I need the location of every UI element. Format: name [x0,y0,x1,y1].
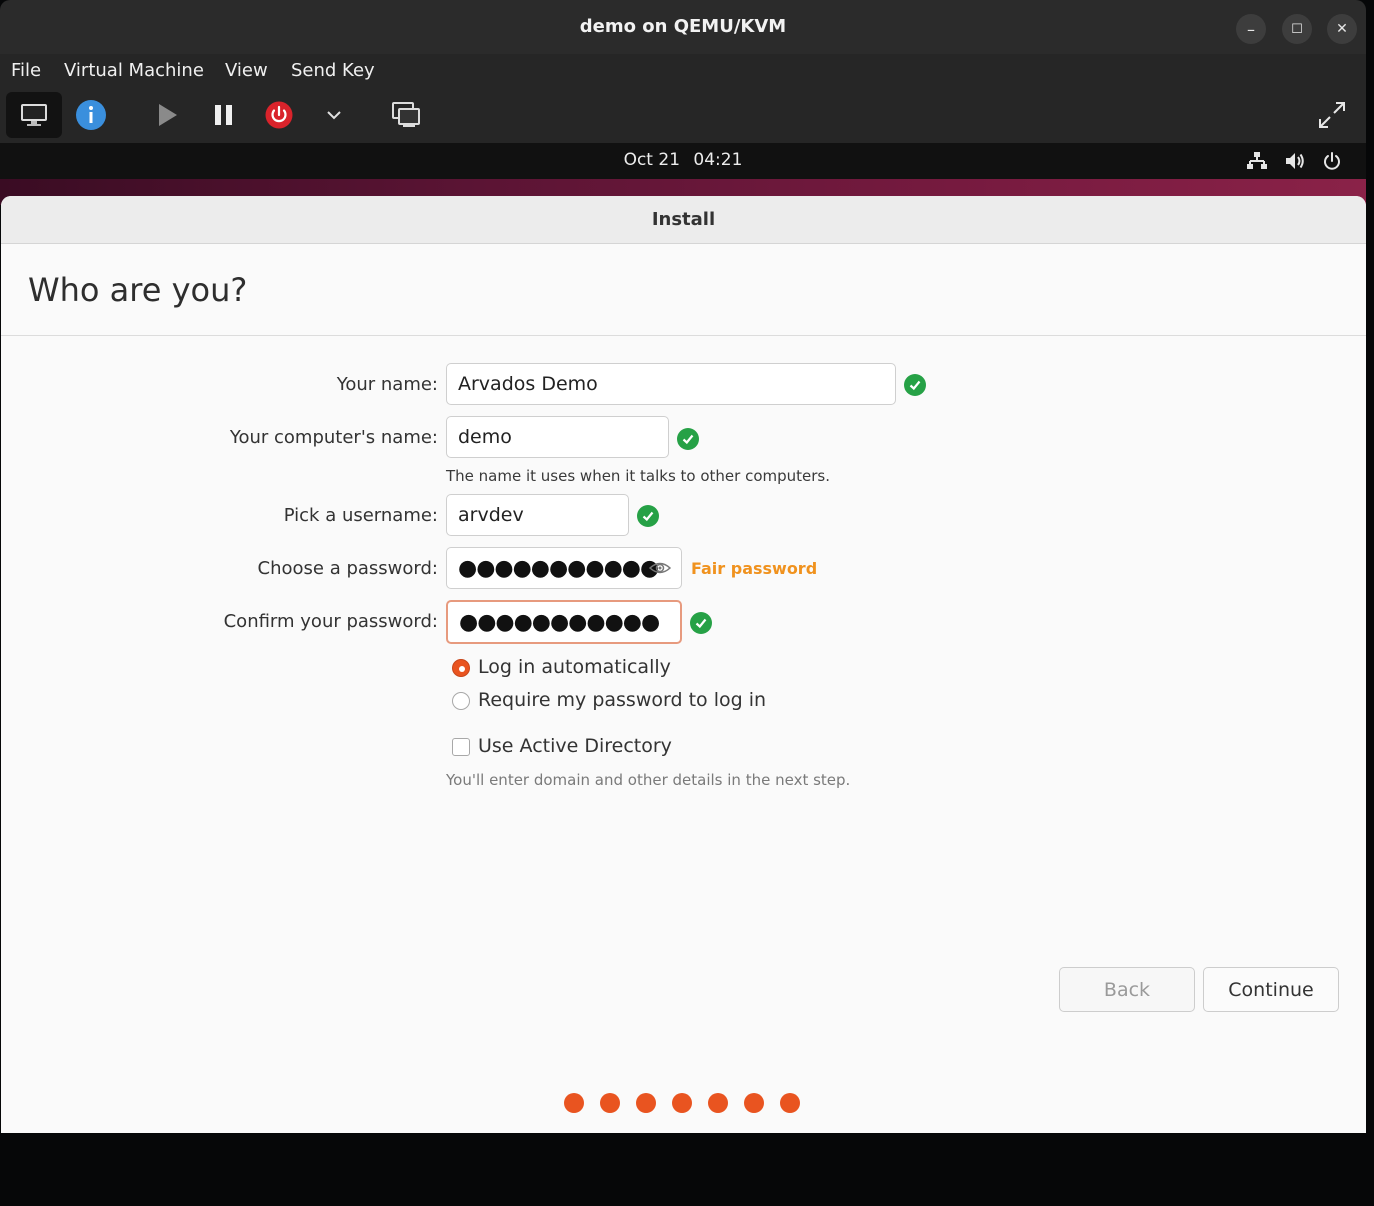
console-view-button[interactable] [6,92,62,138]
guest-top-bar: Oct 21 04:21 [0,143,1366,179]
username-label: Pick a username: [283,505,438,526]
menu-view[interactable]: View [225,60,268,81]
details-button[interactable] [63,92,119,138]
continue-button[interactable]: Continue [1203,967,1339,1012]
progress-dot [636,1093,656,1113]
maximize-icon: ☐ [1291,21,1303,37]
computer-name-input[interactable]: demo [446,416,669,458]
pause-button[interactable] [196,92,252,138]
toolbar [0,88,1366,143]
run-button[interactable] [139,92,195,138]
menu-send-key[interactable]: Send Key [291,60,375,81]
progress-dot [744,1093,764,1113]
progress-dot [708,1093,728,1113]
active-directory-label[interactable]: Use Active Directory [478,735,672,757]
login-require-password-label[interactable]: Require my password to log in [478,689,766,711]
computer-name-label: Your computer's name: [229,427,438,448]
menubar: File Virtual Machine View Send Key [0,54,1366,88]
progress-dot [564,1093,584,1113]
confirm-password-input[interactable]: ●●●●●●●●●●● [446,600,682,644]
shutdown-menu-button[interactable] [306,92,362,138]
username-input[interactable]: arvdev [446,494,629,536]
login-auto-radio[interactable] [452,659,470,677]
active-directory-hint: You'll enter domain and other details in… [446,771,851,789]
page-title: Who are you? [28,271,248,309]
close-icon: ✕ [1336,21,1348,37]
shutdown-button[interactable] [251,92,307,138]
volume-icon[interactable] [1284,151,1306,171]
play-icon [159,104,177,126]
power-icon [265,101,293,129]
minimize-icon: – [1247,19,1255,39]
fullscreen-icon [1319,102,1345,128]
password-masked-value: ●●●●●●●●●●● [458,555,659,581]
password-input[interactable]: ●●●●●●●●●●● [446,547,682,589]
progress-dot [600,1093,620,1113]
active-directory-checkbox[interactable] [452,738,470,756]
confirm-password-label: Confirm your password: [223,611,438,632]
pause-icon [215,105,232,125]
menu-virtual-machine[interactable]: Virtual Machine [64,60,204,81]
login-auto-label[interactable]: Log in automatically [478,656,671,678]
installer-header: Install [1,196,1366,244]
clock-date: Oct 21 [623,150,681,170]
login-require-password-radio[interactable] [452,692,470,710]
name-label: Your name: [336,374,438,395]
username-valid-icon [637,505,659,527]
password-strength: Fair password [691,559,818,578]
installer-window: Install Who are you? Your name: Arvados … [1,196,1366,1133]
network-icon[interactable] [1246,151,1268,171]
back-button[interactable]: Back [1059,967,1195,1012]
password-label: Choose a password: [257,558,438,579]
progress-dot [780,1093,800,1113]
computer-name-valid-icon [677,428,699,450]
monitor-icon [21,104,47,126]
installer-title: Install [651,209,716,230]
snapshots-button[interactable] [378,92,434,138]
name-valid-icon [904,374,926,396]
window-title: demo on QEMU/KVM [579,16,787,37]
clock[interactable]: Oct 21 04:21 [0,150,1366,170]
progress-dot [672,1093,692,1113]
computer-name-hint: The name it uses when it talks to other … [446,467,831,485]
confirm-password-masked-value: ●●●●●●●●●●● [459,609,660,635]
minimize-button[interactable]: – [1236,14,1266,44]
show-password-icon[interactable] [649,559,671,577]
confirm-password-valid-icon [690,612,712,634]
info-icon [76,100,106,130]
fullscreen-button[interactable] [1304,92,1360,138]
vm-window-titlebar: demo on QEMU/KVM – ☐ ✕ [0,0,1366,54]
system-power-icon[interactable] [1322,151,1342,171]
clock-time: 04:21 [693,150,743,170]
menu-file[interactable]: File [11,60,41,81]
maximize-button[interactable]: ☐ [1282,14,1312,44]
divider [1,335,1366,336]
screenshot-icon [392,102,420,127]
close-button[interactable]: ✕ [1327,14,1357,44]
name-input[interactable]: Arvados Demo [446,363,896,405]
chevron-down-icon [327,111,341,120]
